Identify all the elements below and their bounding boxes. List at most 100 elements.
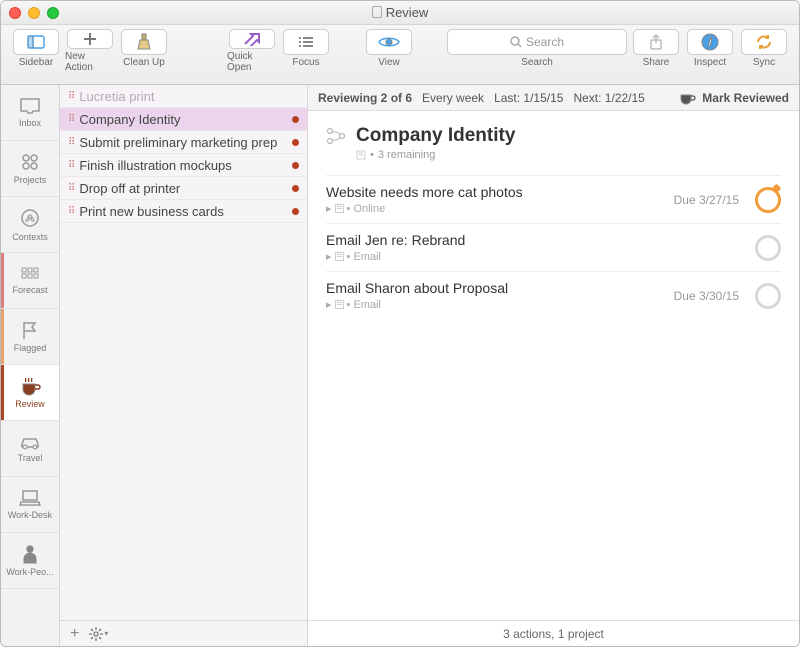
drag-handle-icon: ⠿ bbox=[68, 137, 73, 148]
drag-handle-icon: ⠿ bbox=[68, 160, 73, 171]
project-name: Drop off at printer bbox=[79, 181, 286, 196]
sidebar-item-contexts[interactable]: Contexts bbox=[1, 197, 59, 253]
sidebar-item-work-people[interactable]: Work-Peo... bbox=[1, 533, 59, 589]
perspective-sidebar: Inbox Projects Contexts Forecast Flagged… bbox=[1, 85, 60, 646]
titlebar: Review bbox=[1, 1, 799, 25]
sidebar-item-work-desk[interactable]: Work-Desk bbox=[1, 477, 59, 533]
new-action-label: New Action bbox=[65, 51, 115, 73]
projects-icon bbox=[20, 152, 40, 172]
view-button[interactable]: View bbox=[364, 29, 414, 73]
project-name: Company Identity bbox=[79, 112, 286, 127]
project-name: Print new business cards bbox=[79, 204, 286, 219]
new-action-button[interactable]: New Action bbox=[65, 29, 115, 73]
toolbar: Sidebar New Action Clean Up Quick Open F… bbox=[1, 25, 799, 85]
sidebar-item-flagged[interactable]: Flagged bbox=[1, 309, 59, 365]
task-due: Due 3/27/15 bbox=[674, 193, 739, 207]
task-status-circle[interactable] bbox=[755, 283, 781, 309]
review-bar: Reviewing 2 of 6 Every week Last: 1/15/1… bbox=[308, 85, 799, 111]
review-interval: Every week bbox=[422, 91, 484, 105]
task-title: Email Sharon about Proposal bbox=[326, 280, 664, 296]
inspect-button[interactable]: i Inspect bbox=[685, 29, 735, 73]
project-row[interactable]: ⠿ Company Identity bbox=[60, 108, 307, 131]
project-row[interactable]: ⠿ Finish illustration mockups bbox=[60, 154, 307, 177]
sidebar-button-label: Sidebar bbox=[19, 57, 53, 68]
task-context: ▸• Online bbox=[326, 202, 664, 215]
drag-handle-icon: ⠿ bbox=[68, 206, 73, 217]
note-icon bbox=[335, 252, 344, 261]
share-label: Share bbox=[643, 57, 670, 68]
search-placeholder: Search bbox=[526, 35, 564, 49]
task-due: Due 3/30/15 bbox=[674, 289, 739, 303]
share-button[interactable]: Share bbox=[631, 29, 681, 73]
status-dot-icon bbox=[292, 162, 299, 169]
task-row[interactable]: Email Jen re: Rebrand ▸• Email bbox=[326, 223, 781, 271]
status-bar: 3 actions, 1 project bbox=[308, 620, 799, 646]
mark-reviewed-button[interactable]: Mark Reviewed bbox=[679, 91, 789, 105]
sidebar-item-inbox[interactable]: Inbox bbox=[1, 85, 59, 141]
project-list-pane: ⠿ Lucretia print ⠿ Company Identity ⠿ Submit … bbox=[60, 85, 308, 646]
task-row[interactable]: Website needs more cat photos ▸• Online Du… bbox=[326, 175, 781, 223]
forecast-icon bbox=[20, 266, 40, 282]
project-name: Submit preliminary marketing prep bbox=[79, 135, 286, 150]
project-subtitle: •3 remaining bbox=[356, 149, 515, 161]
task-status-circle[interactable] bbox=[755, 187, 781, 213]
window-title: Review bbox=[1, 5, 799, 20]
project-list-footer: + ▾ bbox=[60, 620, 307, 646]
project-row[interactable]: ⠿ Submit preliminary marketing prep bbox=[60, 131, 307, 154]
focus-label: Focus bbox=[292, 57, 319, 68]
document-icon bbox=[372, 6, 382, 18]
sidebar-item-travel[interactable]: Travel bbox=[1, 421, 59, 477]
status-dot-icon bbox=[292, 208, 299, 215]
task-row[interactable]: Email Sharon about Proposal ▸• Email Due 3… bbox=[326, 271, 781, 319]
clean-up-label: Clean Up bbox=[123, 57, 165, 68]
sync-label: Sync bbox=[753, 57, 775, 68]
task-context: ▸• Email bbox=[326, 250, 745, 263]
main-pane: Reviewing 2 of 6 Every week Last: 1/15/1… bbox=[308, 85, 799, 646]
status-dot-icon bbox=[292, 116, 299, 123]
focus-button[interactable]: Focus bbox=[281, 29, 331, 73]
car-icon bbox=[19, 434, 41, 450]
drag-handle-icon: ⠿ bbox=[68, 183, 73, 194]
quick-open-button[interactable]: Quick Open bbox=[227, 29, 277, 73]
task-status-circle[interactable] bbox=[755, 235, 781, 261]
project-row[interactable]: ⠿ Print new business cards bbox=[60, 200, 307, 223]
sidebar-item-forecast[interactable]: Forecast bbox=[1, 253, 59, 309]
drag-handle-icon: ⠿ bbox=[68, 114, 73, 125]
inbox-icon bbox=[19, 97, 41, 115]
sync-button[interactable]: Sync bbox=[739, 29, 789, 73]
sidebar-button[interactable]: Sidebar bbox=[11, 29, 61, 73]
person-icon bbox=[21, 544, 39, 564]
gear-icon bbox=[89, 627, 103, 641]
project-name: Finish illustration mockups bbox=[79, 158, 286, 173]
status-dot-icon bbox=[292, 139, 299, 146]
quick-open-label: Quick Open bbox=[227, 51, 277, 73]
note-icon bbox=[335, 300, 344, 309]
status-dot-icon bbox=[292, 185, 299, 192]
project-header: Company Identity •3 remaining bbox=[326, 125, 781, 161]
clean-up-button[interactable]: Clean Up bbox=[119, 29, 169, 73]
sequential-icon bbox=[326, 127, 346, 145]
search-input[interactable]: Search bbox=[447, 29, 627, 55]
project-row[interactable]: ⠿ Drop off at printer bbox=[60, 177, 307, 200]
gear-menu[interactable]: ▾ bbox=[89, 627, 108, 641]
review-last: Last: 1/15/15 bbox=[494, 91, 563, 105]
task-title: Email Jen re: Rebrand bbox=[326, 232, 745, 248]
task-title: Website needs more cat photos bbox=[326, 184, 664, 200]
note-icon bbox=[356, 150, 366, 160]
drag-handle-icon: ⠿ bbox=[68, 91, 73, 102]
search-label: Search bbox=[521, 57, 553, 68]
view-label: View bbox=[378, 57, 400, 68]
project-name: Lucretia print bbox=[79, 89, 299, 104]
flag-icon bbox=[21, 320, 39, 340]
sidebar-item-review[interactable]: Review bbox=[1, 365, 59, 421]
coffee-icon bbox=[19, 376, 41, 396]
add-button[interactable]: + bbox=[70, 625, 79, 643]
sidebar-item-projects[interactable]: Projects bbox=[1, 141, 59, 197]
review-next: Next: 1/22/15 bbox=[573, 91, 644, 105]
task-context: ▸• Email bbox=[326, 298, 664, 311]
project-row[interactable]: ⠿ Lucretia print bbox=[60, 85, 307, 108]
review-status: Reviewing 2 of 6 bbox=[318, 91, 412, 105]
coffee-icon bbox=[679, 91, 697, 105]
laptop-icon bbox=[19, 489, 41, 507]
status-text: 3 actions, 1 project bbox=[503, 627, 604, 641]
